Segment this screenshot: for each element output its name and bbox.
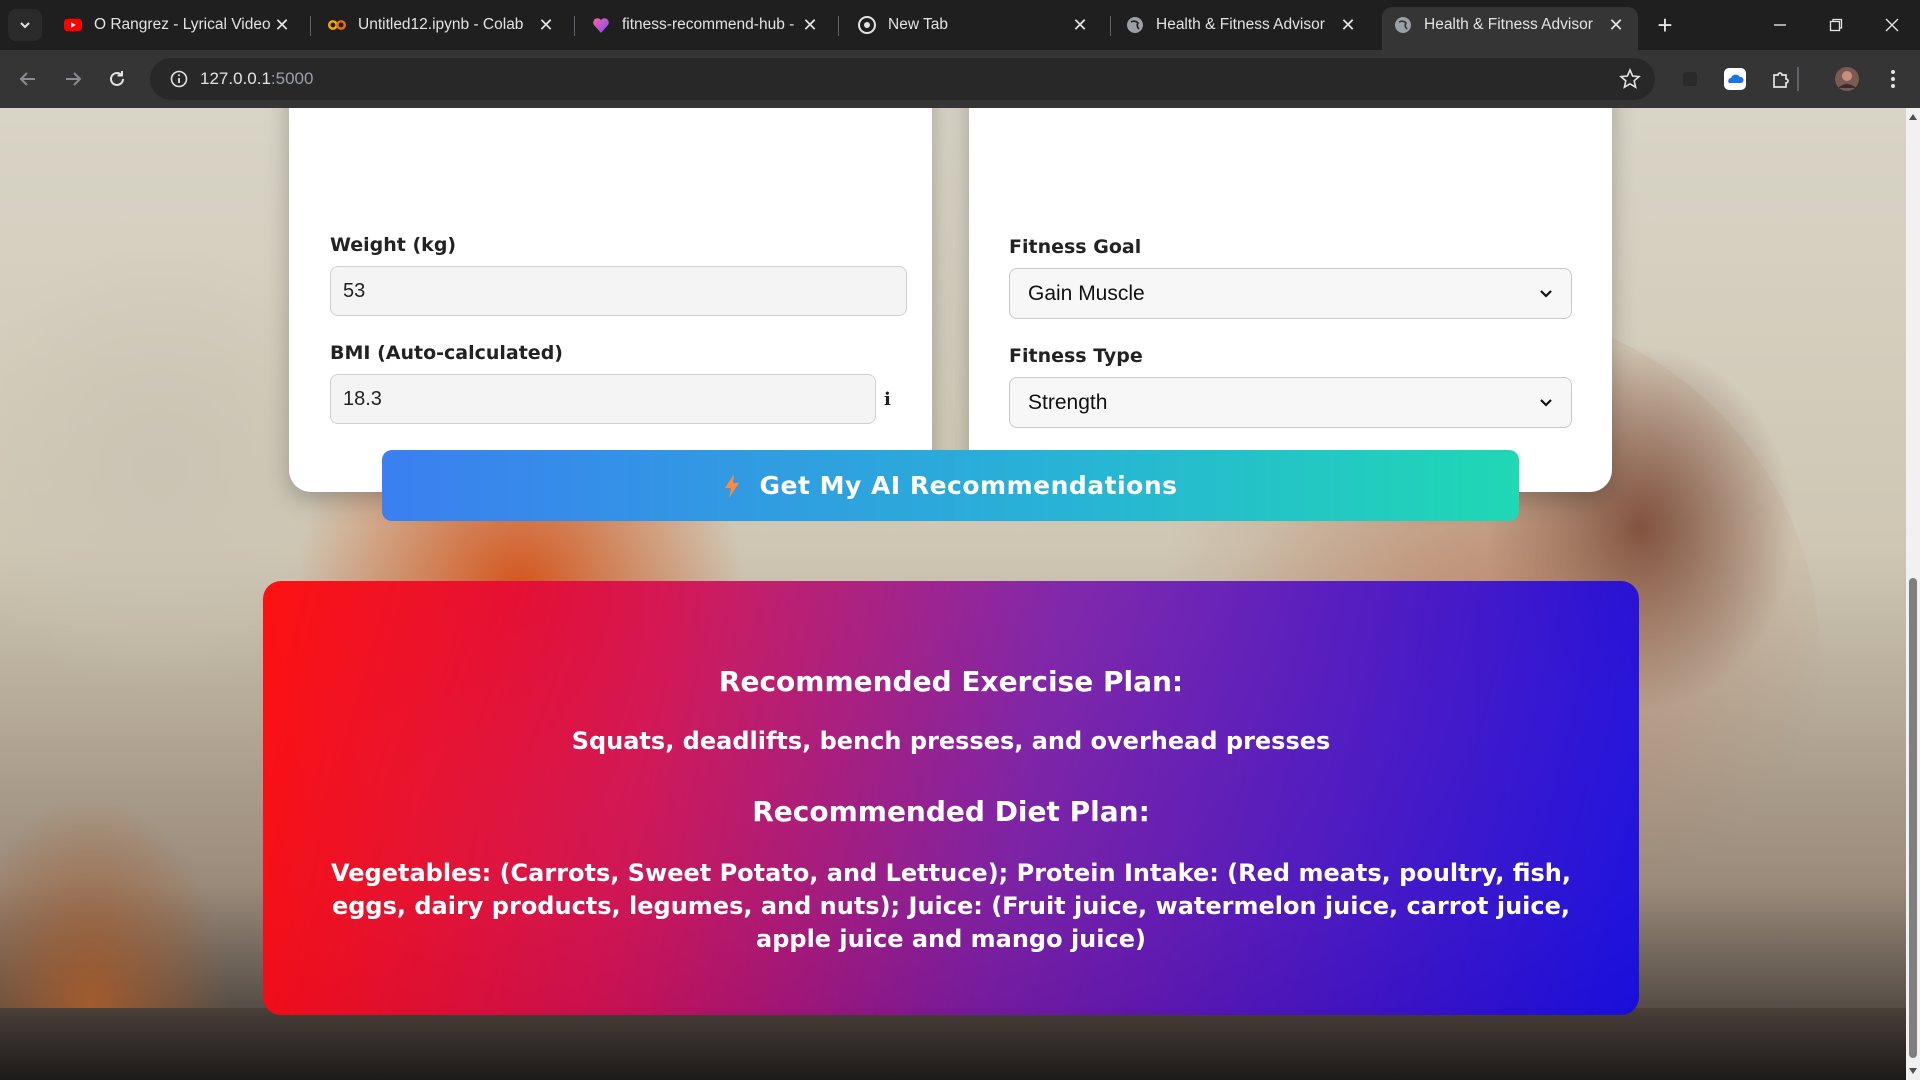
globe-icon — [1394, 16, 1412, 34]
fitness-goal-select[interactable]: Gain Muscle — [1009, 268, 1572, 319]
exercise-plan-text: Squats, deadlifts, bench presses, and ov… — [571, 727, 1331, 755]
tab-separator — [574, 16, 575, 36]
arrow-right-icon — [66, 72, 82, 86]
youtube-icon — [64, 16, 82, 34]
site-info-icon[interactable] — [158, 70, 200, 88]
tab-title: O Rangrez - Lyrical Video | — [94, 16, 272, 33]
fitness-preferences-card: Fitness Goal Gain Muscle Fitness Type St… — [969, 108, 1612, 492]
close-icon — [1885, 18, 1899, 32]
profile-avatar[interactable] — [1833, 65, 1861, 93]
extensions-puzzle-icon[interactable] — [1767, 65, 1795, 93]
extension-dark-icon[interactable] — [1676, 65, 1704, 93]
tab-youtube[interactable]: O Rangrez - Lyrical Video | ✕ — [52, 7, 304, 43]
tab-new-tab[interactable]: New Tab ✕ — [846, 7, 1102, 43]
page-scrollbar[interactable] — [1906, 108, 1920, 1080]
chrome-icon — [858, 16, 876, 34]
fitness-type-label: Fitness Type — [1009, 345, 1143, 367]
minimize-icon — [1774, 24, 1786, 26]
fitness-type-select[interactable]: Strength — [1009, 377, 1572, 428]
bmi-label: BMI (Auto-calculated) — [330, 342, 563, 364]
fitness-goal-value: Gain Muscle — [1028, 281, 1145, 305]
tab-separator — [310, 16, 311, 36]
fitness-type-value: Strength — [1028, 390, 1108, 414]
url-port: :5000 — [270, 69, 314, 88]
url-host: 127.0.0.1 — [200, 69, 271, 88]
minimize-button[interactable] — [1752, 0, 1808, 50]
tab-title: Health & Fitness Advisor — [1156, 16, 1325, 33]
lightning-icon — [723, 473, 741, 499]
page-viewport: Weight (kg) 53 BMI (Auto-calculated) 18.… — [0, 108, 1906, 1080]
arrow-left-icon — [19, 72, 35, 86]
weight-label: Weight (kg) — [330, 234, 457, 256]
scroll-down-icon[interactable] — [1908, 1066, 1918, 1076]
weight-input[interactable]: 53 — [330, 266, 907, 316]
close-icon[interactable]: ✕ — [800, 15, 820, 35]
reload-button[interactable] — [100, 62, 134, 96]
address-bar[interactable]: 127.0.0.1:5000 — [150, 58, 1655, 100]
colab-icon — [328, 16, 346, 34]
scroll-up-icon[interactable] — [1908, 112, 1918, 122]
chevron-down-icon — [20, 22, 30, 29]
toolbar-divider — [1797, 67, 1799, 91]
tab-title: New Tab — [888, 16, 949, 33]
body-metrics-card: Weight (kg) 53 BMI (Auto-calculated) 18.… — [289, 108, 932, 492]
new-tab-button[interactable]: + — [1650, 10, 1680, 40]
restore-button[interactable] — [1808, 0, 1864, 50]
close-icon[interactable]: ✕ — [272, 15, 292, 35]
tab-title: Untitled12.ipynb - Colab — [358, 16, 524, 33]
forward-button[interactable] — [56, 62, 90, 96]
tab-separator — [838, 16, 839, 36]
close-icon[interactable]: ✕ — [1606, 15, 1626, 35]
tab-title: Health & Fitness Advisor — [1424, 16, 1593, 33]
background-photo-mat — [0, 1008, 1906, 1080]
bmi-input[interactable]: 18.3 — [330, 374, 876, 424]
restore-icon — [1829, 18, 1843, 32]
scrollbar-thumb[interactable] — [1909, 578, 1917, 1058]
tab-health-advisor-active[interactable]: Health & Fitness Advisor ✕ — [1382, 7, 1638, 50]
get-recommendations-label: Get My AI Recommendations — [759, 471, 1178, 500]
back-button[interactable] — [11, 62, 45, 96]
tab-title: fitness-recommend-hub - — [622, 16, 795, 33]
chevron-down-icon — [1540, 289, 1552, 298]
close-icon[interactable]: ✕ — [1070, 15, 1090, 35]
bmi-info-icon[interactable]: i — [884, 389, 891, 410]
cloud-extension-icon[interactable] — [1721, 65, 1749, 93]
bookmark-star-icon[interactable] — [1619, 67, 1641, 95]
close-icon[interactable]: ✕ — [536, 15, 556, 35]
tab-strip: O Rangrez - Lyrical Video | ✕ Untitled12… — [0, 0, 1920, 50]
chevron-down-icon — [1540, 398, 1552, 407]
reload-icon — [110, 71, 124, 86]
tab-health-advisor[interactable]: Health & Fitness Advisor ✕ — [1114, 7, 1370, 43]
get-recommendations-button[interactable]: Get My AI Recommendations — [382, 450, 1519, 521]
more-menu-icon[interactable] — [1879, 65, 1907, 93]
diet-plan-text: Vegetables: (Carrots, Sweet Potato, and … — [331, 859, 1571, 953]
fitness-goal-label: Fitness Goal — [1009, 236, 1142, 258]
tab-separator — [1110, 16, 1111, 36]
tab-search-button[interactable] — [8, 9, 42, 41]
globe-icon — [1126, 16, 1144, 34]
close-window-button[interactable] — [1864, 0, 1920, 50]
plus-icon: + — [1657, 9, 1673, 40]
lovable-icon — [592, 16, 610, 34]
url-text: 127.0.0.1:5000 — [200, 69, 313, 89]
exercise-plan-heading: Recommended Exercise Plan: — [718, 665, 1184, 698]
recommendations-panel: Recommended Exercise Plan: Squats, deadl… — [263, 581, 1639, 1015]
close-icon[interactable]: ✕ — [1338, 15, 1358, 35]
diet-plan-heading: Recommended Diet Plan: — [752, 795, 1150, 828]
tab-fitness-hub[interactable]: fitness-recommend-hub - ✕ — [580, 7, 832, 43]
tab-colab[interactable]: Untitled12.ipynb - Colab ✕ — [316, 7, 568, 43]
browser-toolbar: 127.0.0.1:5000 — [0, 50, 1920, 108]
